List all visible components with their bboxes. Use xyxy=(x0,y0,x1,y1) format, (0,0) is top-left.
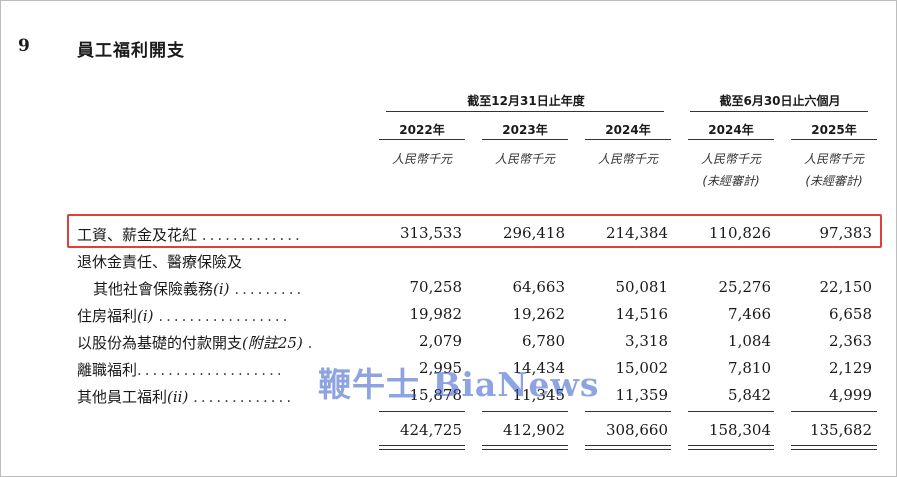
double-underline xyxy=(688,445,774,450)
unit-label: 人民幣千元 xyxy=(391,152,452,166)
year-header: 2024年 xyxy=(708,123,754,137)
row-value: 5,842 xyxy=(728,386,771,404)
double-underline xyxy=(482,445,568,450)
double-underline xyxy=(585,445,671,450)
row-label: 其他員工福利(ii) ............. xyxy=(77,388,295,406)
row-value: 22,150 xyxy=(819,278,873,296)
total-rule xyxy=(791,411,877,412)
table-row-total: 424,725 412,902 308,660 158,304 135,682 xyxy=(0,418,897,444)
unit-label: 人民幣千元 xyxy=(803,152,864,166)
group-underline-halfyear xyxy=(690,111,868,112)
table-row-housing: 住房福利(i) ................. 19,982 19,262 … xyxy=(0,302,897,328)
unit-label: 人民幣千元 xyxy=(494,152,555,166)
row-value: 2,363 xyxy=(829,332,872,350)
row-value: 1,084 xyxy=(728,332,771,350)
unit-label: 人民幣千元 xyxy=(700,152,761,166)
group-header-year: 截至12月31日止年度 xyxy=(467,94,585,108)
table-row-pension: 其他社會保險義務(i) ......... 70,258 64,663 50,0… xyxy=(0,275,897,301)
table-row-share-based: 以股份為基礎的付款開支(附註25) . 2,079 6,780 3,318 1,… xyxy=(0,329,897,355)
total-value: 424,725 xyxy=(399,421,462,439)
total-rule xyxy=(585,411,671,412)
unaudited-label: (未經審計) xyxy=(805,174,863,188)
year-header: 2023年 xyxy=(502,123,548,137)
double-underline xyxy=(379,445,465,450)
row-value: 64,663 xyxy=(512,278,566,296)
row-value: 7,466 xyxy=(728,305,771,323)
year-underline xyxy=(688,139,774,140)
total-value: 412,902 xyxy=(502,421,565,439)
year-underline xyxy=(379,139,465,140)
row-label: 離職福利................... xyxy=(77,361,285,379)
table-row-pension-heading: 退休金責任、醫療保險及 xyxy=(0,248,897,274)
row-value: 3,318 xyxy=(625,332,668,350)
row-label: 退休金責任、醫療保險及 xyxy=(77,253,243,271)
unit-label: 人民幣千元 xyxy=(597,152,658,166)
row-value: 6,658 xyxy=(829,305,872,323)
year-underline xyxy=(482,139,568,140)
row-label: 以股份為基礎的付款開支(附註25) . xyxy=(77,334,316,352)
highlight-box xyxy=(67,214,882,248)
row-value: 19,982 xyxy=(409,305,463,323)
row-label: 其他社會保險義務(i) ......... xyxy=(93,280,305,298)
row-value: 4,999 xyxy=(829,386,872,404)
total-rule xyxy=(688,411,774,412)
section-title: 員工福利開支 xyxy=(77,41,185,61)
row-value: 70,258 xyxy=(409,278,463,296)
year-underline xyxy=(791,139,877,140)
total-value: 135,682 xyxy=(809,421,872,439)
row-value: 50,081 xyxy=(615,278,669,296)
row-value: 7,810 xyxy=(728,359,771,377)
section-number: 9 xyxy=(18,36,30,56)
row-value: 19,262 xyxy=(512,305,566,323)
row-value: 2,129 xyxy=(829,359,872,377)
year-underline xyxy=(585,139,671,140)
row-value: 25,276 xyxy=(718,278,772,296)
total-value: 308,660 xyxy=(605,421,668,439)
row-value: 6,780 xyxy=(522,332,565,350)
row-label: 住房福利(i) ................. xyxy=(77,307,291,325)
year-header: 2022年 xyxy=(399,123,445,137)
group-header-halfyear: 截至6月30日止六個月 xyxy=(719,94,841,108)
double-underline xyxy=(791,445,877,450)
total-value: 158,304 xyxy=(708,421,771,439)
unaudited-label: (未經審計) xyxy=(702,174,760,188)
row-value: 14,516 xyxy=(615,305,669,323)
year-header: 2025年 xyxy=(811,123,857,137)
total-rule xyxy=(482,411,568,412)
year-header: 2024年 xyxy=(605,123,651,137)
row-value: 2,079 xyxy=(419,332,462,350)
total-rule xyxy=(379,411,465,412)
group-underline-year xyxy=(386,111,664,112)
watermark-logo: 鞭牛士 BiaNews xyxy=(318,365,600,404)
